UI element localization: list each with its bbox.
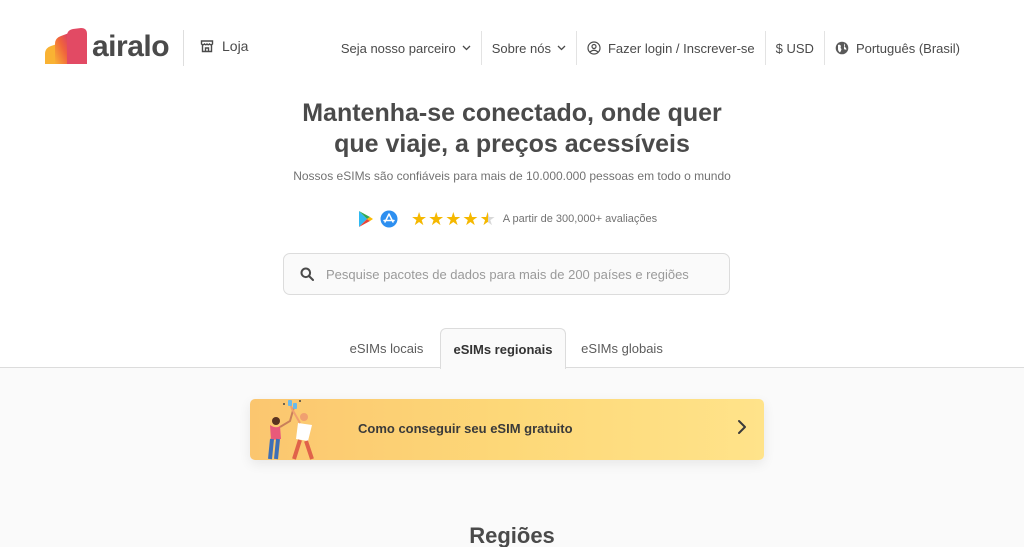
half-star-icon: ★	[479, 209, 496, 229]
site-header: airalo Loja Seja nosso parceiro Sobre nó…	[0, 0, 1024, 95]
hero-title-line-2: que viaje, a preços acessíveis	[334, 130, 690, 158]
people-celebrating-illustration	[256, 399, 336, 460]
hero-title: Mantenha-se conectado, onde quer que via…	[0, 98, 1024, 160]
about-label: Sobre nós	[491, 40, 551, 56]
language-label: Português (Brasil)	[855, 40, 960, 56]
google-play-icon[interactable]	[356, 209, 376, 229]
star-icon: ★	[445, 209, 462, 229]
airalo-wordmark: airalo	[92, 30, 170, 63]
partner-dropdown[interactable]: Seja nosso parceiro	[331, 31, 481, 65]
tab-local-esims[interactable]: eSIMs locais	[340, 328, 433, 368]
currency-label: $ USD	[775, 40, 814, 56]
regions-heading: Regiões	[469, 523, 555, 547]
store-label: Loja	[222, 38, 249, 54]
chevron-down-icon	[462, 45, 471, 51]
hero-subtitle: Nossos eSIMs são confiáveis para mais de…	[293, 169, 731, 183]
login-label: Fazer login / Inscrever-se	[607, 40, 755, 56]
chevron-right-icon	[738, 420, 746, 434]
star-rating: ★ ★ ★ ★ ★	[411, 209, 497, 229]
star-icon: ★	[428, 209, 445, 229]
tab-global-esims[interactable]: eSIMs globais	[574, 328, 670, 368]
rating-count: A partir de 300,000+ avaliações	[502, 213, 658, 225]
about-dropdown[interactable]: Sobre nós	[482, 31, 576, 65]
login-link[interactable]: Fazer login / Inscrever-se	[577, 31, 765, 65]
free-esim-banner-text: Como conseguir seu eSIM gratuito	[358, 421, 573, 436]
search-box[interactable]	[283, 253, 730, 295]
currency-selector[interactable]: $ USD	[766, 31, 824, 65]
search-input[interactable]	[326, 266, 706, 282]
airalo-logo-mark-icon	[43, 28, 89, 66]
top-nav: Seja nosso parceiro Sobre nós Fazer logi…	[331, 31, 970, 65]
content-section: Como conseguir seu eSIM gratuito Regiões	[0, 367, 1024, 547]
airalo-logo[interactable]: airalo	[43, 28, 170, 66]
language-selector[interactable]: Português (Brasil)	[825, 31, 970, 65]
user-circle-icon	[587, 41, 601, 55]
hero-title-line-1: Mantenha-se conectado, onde quer	[302, 99, 722, 127]
app-store-icon[interactable]	[379, 209, 399, 229]
globe-icon	[835, 41, 849, 55]
store-icon	[200, 39, 214, 53]
esim-tabs: eSIMs locais eSIMs regionais eSIMs globa…	[0, 328, 1024, 369]
star-icon: ★	[411, 209, 428, 229]
partner-label: Seja nosso parceiro	[340, 40, 456, 56]
chevron-down-icon	[557, 45, 566, 51]
divider	[183, 30, 184, 66]
search-icon	[300, 267, 314, 281]
tab-regional-esims[interactable]: eSIMs regionais	[440, 328, 566, 369]
star-icon: ★	[462, 209, 479, 229]
store-link[interactable]: Loja	[200, 38, 248, 54]
free-esim-banner[interactable]: Como conseguir seu eSIM gratuito	[250, 399, 764, 460]
app-rating: ★ ★ ★ ★ ★ A partir de 300,000+ avaliaçõe…	[356, 209, 657, 229]
